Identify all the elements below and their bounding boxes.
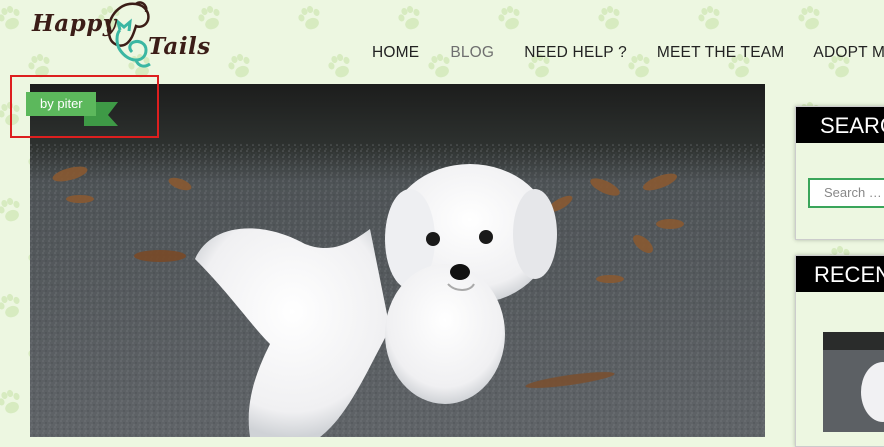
recent-posts-widget: RECENT POSTS [795, 255, 884, 447]
search-input[interactable]: Search … [808, 178, 884, 208]
paw-print-icon [0, 195, 25, 225]
search-widget-title: SEARCH [796, 107, 884, 143]
paw-print-icon [695, 3, 725, 33]
paw-print-icon [795, 3, 825, 33]
site-logo[interactable]: Happy Tails [28, 0, 218, 75]
paw-print-icon [225, 51, 255, 81]
highlight-box [10, 75, 159, 138]
paw-print-icon [0, 387, 25, 417]
search-widget: SEARCH Search … [795, 106, 884, 240]
nav-meet-the-team[interactable]: MEET THE TEAM [657, 43, 785, 65]
paw-print-icon [395, 3, 425, 33]
recent-post-thumbnail[interactable] [823, 332, 884, 432]
paw-print-icon [0, 291, 25, 321]
nav-blog[interactable]: BLOG [450, 43, 494, 65]
main-nav: HOME BLOG NEED HELP ? MEET THE TEAM ADOP… [372, 43, 884, 65]
nav-adopt-me[interactable]: ADOPT ME [813, 43, 884, 65]
paw-print-icon [0, 3, 25, 33]
nav-home[interactable]: HOME [372, 43, 419, 65]
nav-need-help[interactable]: NEED HELP ? [524, 43, 627, 65]
paw-print-icon [325, 51, 355, 81]
paw-print-icon [595, 3, 625, 33]
paw-print-icon [295, 3, 325, 33]
paw-print-icon [495, 3, 525, 33]
logo-text-tails: Tails [148, 33, 211, 60]
recent-posts-title: RECENT POSTS [796, 256, 884, 292]
logo-text-happy: Happy [32, 10, 117, 37]
